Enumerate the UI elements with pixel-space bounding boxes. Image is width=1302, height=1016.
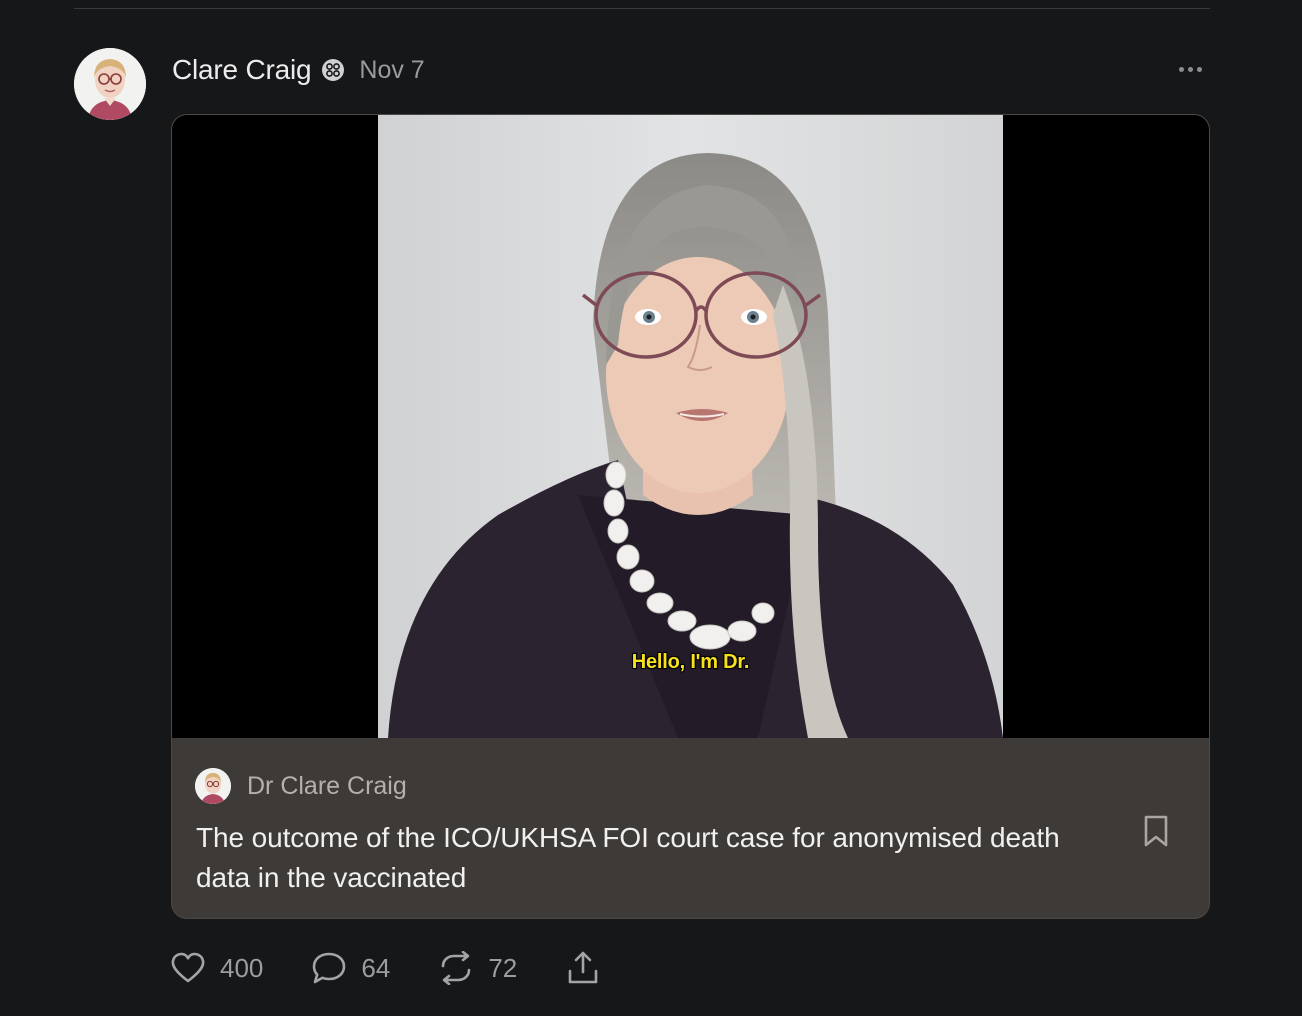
- like-button[interactable]: 400: [170, 952, 263, 984]
- share-button[interactable]: [565, 950, 601, 986]
- embedded-post-footer: Dr Clare Craig The outcome of the ICO/UK…: [172, 738, 1209, 918]
- author-avatar[interactable]: [74, 48, 146, 120]
- comment-icon: [313, 952, 346, 984]
- restack-button[interactable]: 72: [438, 951, 517, 985]
- more-options-icon: [1178, 66, 1184, 72]
- embedded-post-title[interactable]: The outcome of the ICO/UKHSA FOI court c…: [196, 818, 1116, 898]
- video-frame: Hello, I'm Dr.: [378, 115, 1003, 738]
- embedded-post-card[interactable]: Hello, I'm Dr. Dr Clare Craig The outcom…: [171, 114, 1210, 919]
- video-caption: Hello, I'm Dr.: [631, 651, 750, 673]
- bookmark-icon: [1144, 815, 1168, 847]
- publication-avatar: [195, 768, 231, 804]
- video-still-image: [378, 115, 1003, 738]
- post-date[interactable]: Nov 7: [359, 56, 424, 85]
- verified-badge-icon: [321, 58, 345, 82]
- restack-icon: [442, 951, 471, 985]
- post-header: Clare Craig Nov 7: [172, 52, 425, 88]
- bookmark-button[interactable]: [1142, 814, 1170, 848]
- publication-info[interactable]: Dr Clare Craig: [195, 768, 407, 804]
- author-name[interactable]: Clare Craig: [172, 54, 312, 86]
- share-icon: [568, 951, 598, 984]
- like-count: 400: [220, 952, 264, 983]
- more-options-dot: [1187, 66, 1193, 72]
- comment-button[interactable]: 64: [311, 951, 390, 985]
- more-options-dot: [1196, 66, 1202, 72]
- restack-count: 72: [488, 952, 518, 983]
- publication-name: Dr Clare Craig: [247, 771, 407, 800]
- more-options-button[interactable]: [1172, 58, 1208, 80]
- heart-icon: [171, 952, 205, 983]
- video-player[interactable]: Hello, I'm Dr.: [172, 115, 1209, 738]
- comment-count: 64: [361, 952, 391, 983]
- top-divider: [74, 8, 1210, 9]
- post-actions: 400 64 72: [170, 946, 649, 990]
- note-post: Clare Craig Nov 7 Hello, I'm Dr. Dr Clar…: [0, 0, 1302, 1016]
